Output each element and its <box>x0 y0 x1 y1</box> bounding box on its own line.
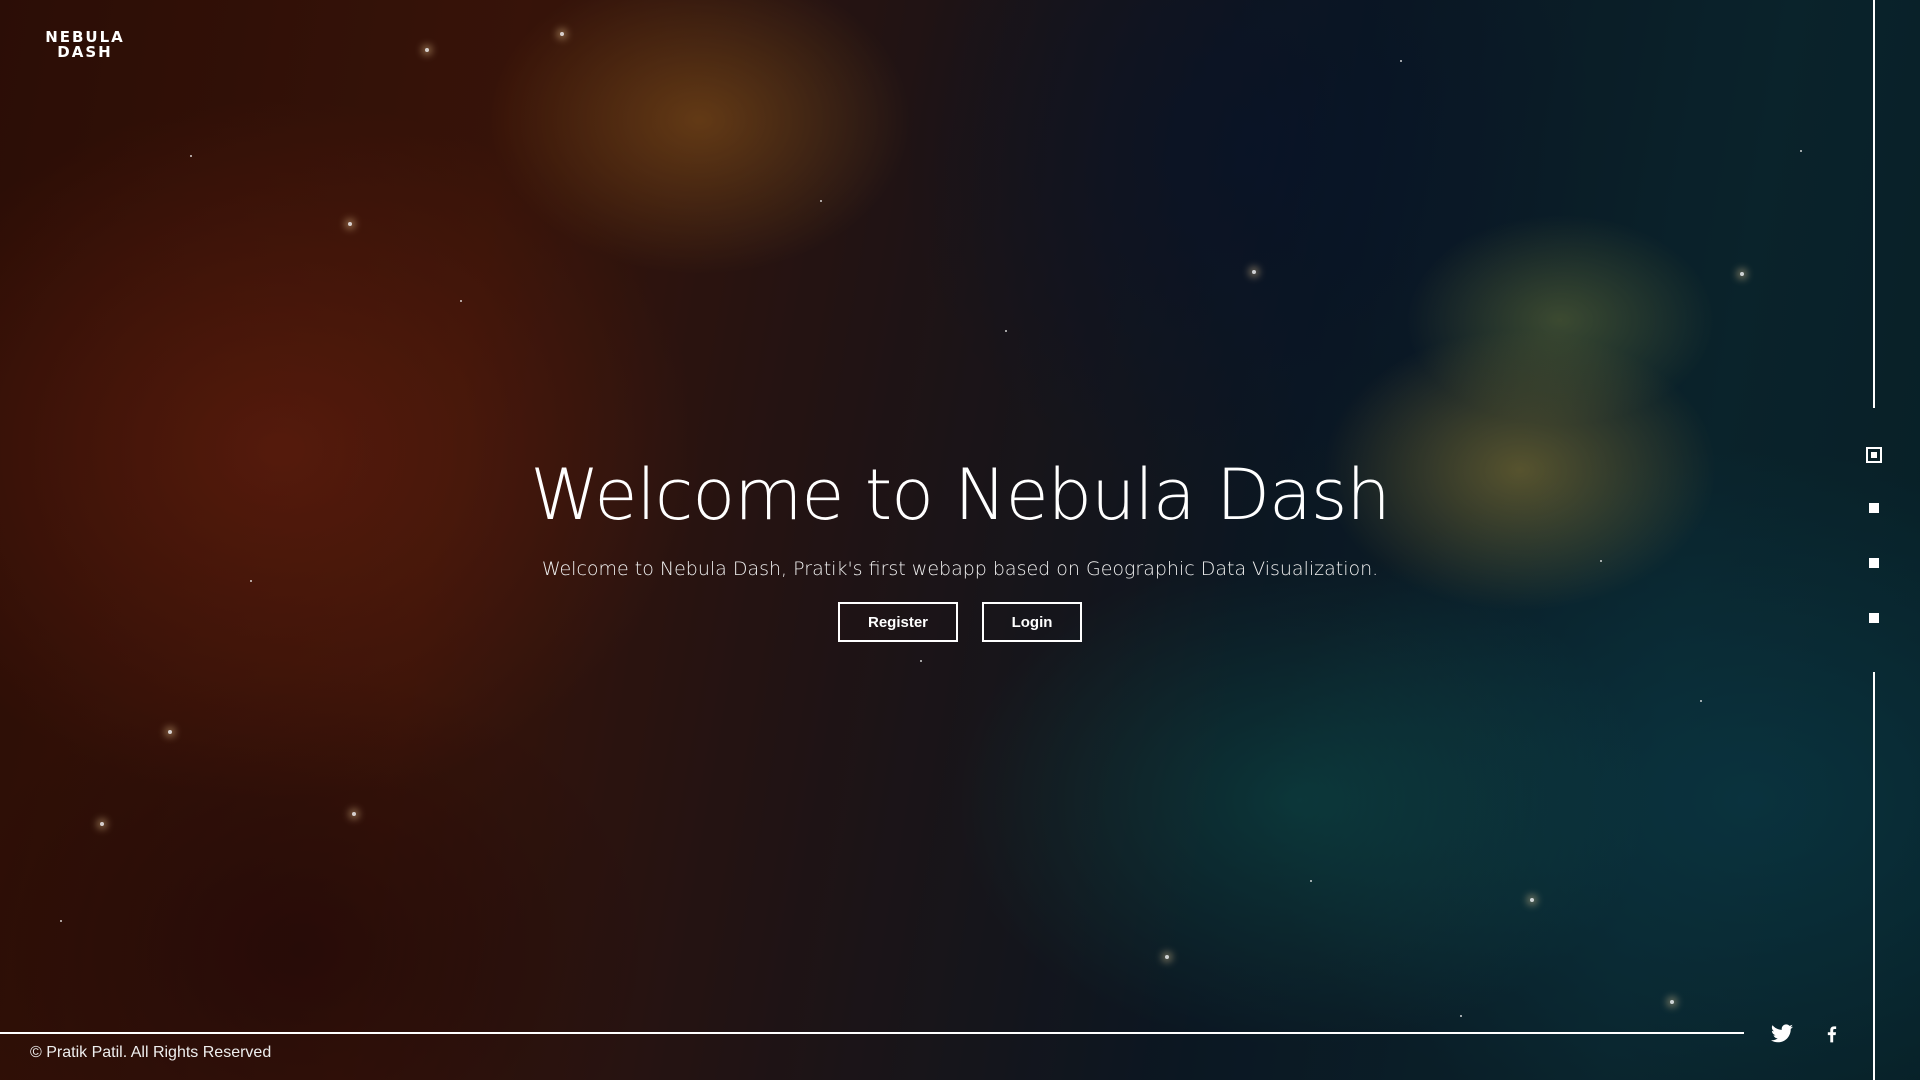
footer-divider <box>0 1032 1744 1034</box>
register-button[interactable]: Register <box>838 602 958 642</box>
login-button[interactable]: Login <box>982 602 1082 642</box>
right-rail-line-bottom <box>1873 672 1875 1080</box>
hero-actions: Register Login <box>0 602 1920 642</box>
copyright-text: © Pratik Patil. All Rights Reserved <box>30 1044 272 1061</box>
hero-subtitle: Welcome to Nebula Dash, Pratik's first w… <box>541 558 1379 580</box>
social-links <box>1770 1022 1844 1046</box>
section-nav-dot-4[interactable] <box>1869 613 1879 623</box>
logo-line-2: DASH <box>57 43 113 61</box>
landing-page: NEBULA DASH Welcome to Nebula Dash Welco… <box>0 0 1920 1080</box>
nebula-dash-logo[interactable]: NEBULA DASH <box>42 30 128 60</box>
right-rail-line-top <box>1873 0 1875 408</box>
section-nav-dot-1[interactable] <box>1866 447 1882 463</box>
hero-section: Welcome to Nebula Dash Welcome to Nebula… <box>0 450 1920 642</box>
section-nav <box>1863 447 1885 668</box>
section-nav-dot-2[interactable] <box>1869 503 1879 513</box>
hero-title: Welcome to Nebula Dash <box>530 454 1390 536</box>
facebook-icon[interactable] <box>1820 1022 1844 1046</box>
section-nav-dot-3[interactable] <box>1869 558 1879 568</box>
twitter-icon[interactable] <box>1770 1022 1794 1046</box>
